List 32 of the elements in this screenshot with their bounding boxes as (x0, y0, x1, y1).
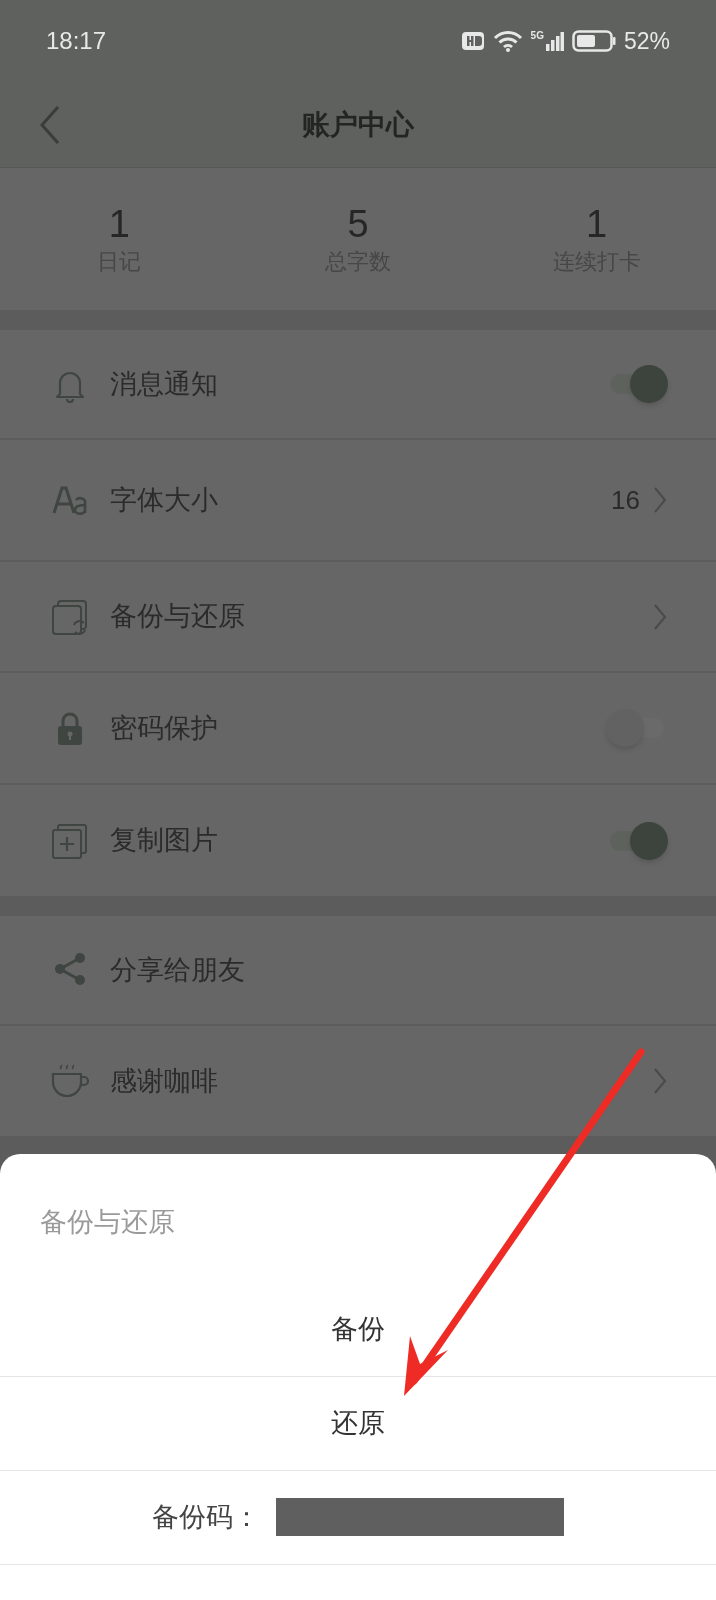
row-label: 字体大小 (110, 483, 219, 517)
wifi-icon (492, 29, 523, 53)
row-label: 密码保护 (110, 711, 219, 745)
settings-row[interactable]: 备份与还原 (0, 562, 716, 673)
settings-row[interactable]: 复制图片 (0, 785, 716, 896)
row-label: 分享给朋友 (110, 953, 246, 987)
hd-icon (460, 31, 485, 51)
row-label: 备份与还原 (110, 600, 246, 634)
backup-code-label: 备份码： (152, 1500, 260, 1534)
stat-value: 1 (108, 202, 130, 247)
chevron-icon (652, 486, 668, 514)
chevron-icon (652, 602, 668, 631)
page-title: 账户中心 (302, 107, 414, 142)
network-label: 5G (530, 31, 544, 41)
status-time: 18:17 (46, 26, 107, 56)
sheet-title: 备份与还原 (39, 1206, 176, 1239)
settings-row[interactable]: 密码保护 (0, 673, 716, 785)
stat-value: 5 (347, 202, 369, 247)
settings-row[interactable]: 感谢咖啡 (0, 1026, 716, 1136)
row-label: 消息通知 (110, 367, 219, 401)
chevron-icon (652, 1067, 668, 1095)
signal-icon (545, 31, 564, 51)
battery-percent: 52% (623, 26, 670, 56)
row-label: 复制图片 (110, 824, 219, 858)
row-label: 感谢咖啡 (110, 1064, 219, 1098)
battery-icon (571, 30, 616, 52)
back-icon (39, 105, 61, 145)
settings-row[interactable]: 消息通知 (0, 330, 716, 440)
stat-value: 1 (586, 202, 608, 247)
settings-row[interactable]: 字体大小 16 (0, 440, 716, 562)
settings-row[interactable]: 分享给朋友 (0, 916, 716, 1026)
row-value: 16 (611, 483, 640, 517)
